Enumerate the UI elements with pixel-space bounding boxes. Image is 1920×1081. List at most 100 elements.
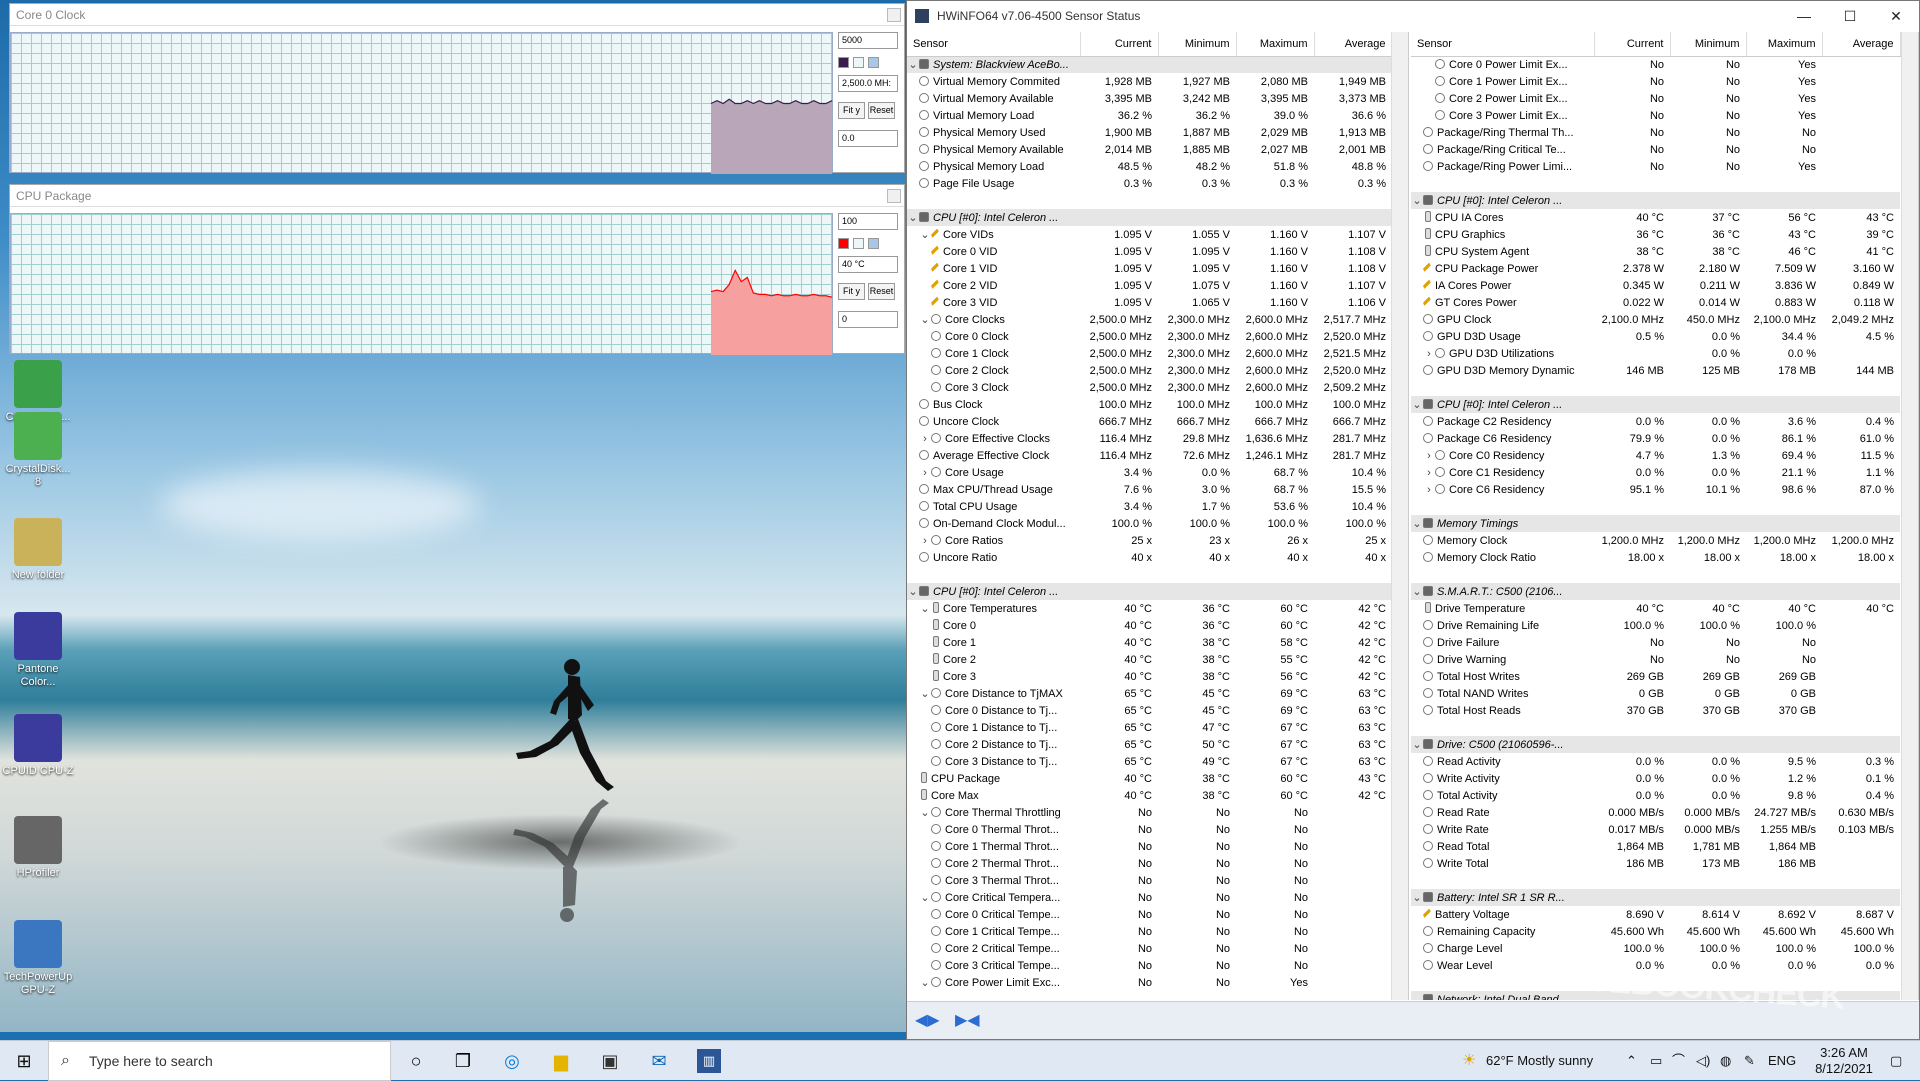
sensor-row[interactable]: Write Activity 0.0 % 0.0 % 1.2 % 0.1 % — [1411, 770, 1900, 787]
sensor-row[interactable]: Core 1 Distance to Tj... 65 °C 47 °C 67 °C 6… — [907, 719, 1392, 736]
sensor-group-row[interactable]: ⌄ System: Blackview AceBo... — [907, 56, 1392, 73]
minimize-button[interactable]: — — [1781, 1, 1827, 31]
sensor-row[interactable]: Read Total 1,864 MB 1,781 MB 1,864 MB — [1411, 838, 1900, 855]
notifications-icon[interactable]: ▢ — [1890, 1041, 1902, 1081]
sensor-row[interactable]: Read Activity 0.0 % 0.0 % 9.5 % 0.3 % — [1411, 753, 1900, 770]
graph-window-core0-clock[interactable]: Core 0 Clock 5000 2,500.0 MH: Fit y Rese… — [9, 3, 905, 174]
desktop-icon[interactable]: New folder — [0, 518, 76, 582]
sensor-row[interactable]: Package/Ring Thermal Th... No No No — [1411, 124, 1900, 141]
sensor-row[interactable]: Average Effective Clock 116.4 MHz 72.6 MHz… — [907, 447, 1392, 464]
sensor-row[interactable]: CPU System Agent 38 °C 38 °C 46 °C 41 °C — [1411, 243, 1900, 260]
collapse-toggle-icon[interactable]: ⌄ — [1411, 517, 1423, 530]
hwinfo-window[interactable]: HWiNFO64 v7.06-4500 Sensor Status — ☐ ✕ … — [906, 0, 1920, 1040]
reset-button[interactable]: Reset — [868, 102, 896, 119]
navigate-right-left-icon[interactable]: ▶◀ — [955, 1013, 980, 1029]
sensor-row[interactable]: Package/Ring Power Limi... No No Yes — [1411, 158, 1900, 175]
sensor-group-row[interactable]: ⌄ S.M.A.R.T.: C500 (2106... — [1411, 583, 1900, 600]
sensor-group-row[interactable]: ⌄ CPU [#0]: Intel Celeron ... — [907, 583, 1392, 600]
sensor-row[interactable]: Read Rate 0.000 MB/s 0.000 MB/s 24.727 MB/s… — [1411, 804, 1900, 821]
sensor-row[interactable]: Physical Memory Used 1,900 MB 1,887 MB 2,02… — [907, 124, 1392, 141]
sensor-row[interactable]: Core 3 Thermal Throt... No No No — [907, 872, 1392, 889]
sensor-row[interactable]: Max CPU/Thread Usage 7.6 % 3.0 % 68.7 % 15.5… — [907, 481, 1392, 498]
sensor-row[interactable]: Core 2 Critical Tempe... No No No — [907, 940, 1392, 957]
weather-text[interactable]: 62°F Mostly sunny — [1486, 1041, 1593, 1081]
sensor-row[interactable]: Core 0 Thermal Throt... No No No — [907, 821, 1392, 838]
expand-toggle-icon[interactable]: › — [919, 467, 931, 479]
sensor-group-row[interactable]: ⌄ Battery: Intel SR 1 SR R... — [1411, 889, 1900, 906]
sensor-row[interactable]: Page File Usage 0.3 % 0.3 % 0.3 % 0.3 % — [907, 175, 1392, 192]
column-maximum[interactable]: Maximum — [1236, 32, 1315, 57]
file-explorer-icon[interactable]: ▆ — [549, 1049, 573, 1073]
sensor-group-row[interactable]: ⌄ CPU [#0]: Intel Celeron ... — [907, 209, 1392, 226]
column-average[interactable]: Average — [1314, 32, 1393, 57]
sensor-group-row[interactable]: ⌄ CPU [#0]: Intel Celeron ... — [1411, 192, 1900, 209]
column-sensor[interactable]: Sensor — [907, 32, 1081, 57]
sensor-row[interactable]: Core 2 Thermal Throt... No No No — [907, 855, 1392, 872]
expand-toggle-icon[interactable]: ⌄ — [919, 228, 931, 241]
task-view-icon[interactable]: ❐ — [451, 1049, 475, 1073]
cortana-icon[interactable]: ○ — [404, 1049, 428, 1073]
pen-icon[interactable]: ✎ — [1744, 1041, 1755, 1081]
sensor-row[interactable]: Drive Warning No No No — [1411, 651, 1900, 668]
edge-icon[interactable]: ◎ — [500, 1049, 524, 1073]
sensor-row[interactable]: Core 2 Clock 2,500.0 MHz 2,300.0 MHz 2,600.… — [907, 362, 1392, 379]
line-color-swatch[interactable] — [838, 238, 849, 249]
battery-icon[interactable]: ▭ — [1650, 1041, 1662, 1081]
sensor-row[interactable]: ⌄ Core Clocks 2,500.0 MHz 2,300.0 MHz 2,600.… — [907, 311, 1392, 328]
sensor-row[interactable]: IA Cores Power 0.345 W 0.211 W 3.836 W 0.849… — [1411, 277, 1900, 294]
expand-toggle-icon[interactable]: › — [1423, 450, 1435, 462]
sensor-group-row[interactable]: ⌄ Memory Timings — [1411, 515, 1900, 532]
expand-toggle-icon[interactable]: › — [1423, 348, 1435, 360]
sensor-row[interactable]: Package C2 Residency 0.0 % 0.0 % 3.6 % 0.4 % — [1411, 413, 1900, 430]
collapse-toggle-icon[interactable]: ⌄ — [907, 211, 919, 224]
background-color-swatch[interactable] — [853, 238, 864, 249]
column-minimum[interactable]: Minimum — [1158, 32, 1237, 57]
sensor-row[interactable]: Core 2 Distance to Tj... 65 °C 50 °C 67 °C 6… — [907, 736, 1392, 753]
sensor-row[interactable]: Core 2 VID 1.095 V 1.075 V 1.160 V 1.107 V — [907, 277, 1392, 294]
expand-toggle-icon[interactable]: › — [1423, 467, 1435, 479]
sensor-row[interactable]: Core 3 Critical Tempe... No No No — [907, 957, 1392, 974]
clock[interactable]: 3:26 AM 8/12/2021 — [1814, 1041, 1874, 1081]
close-button[interactable]: ✕ — [1873, 1, 1919, 31]
column-sensor[interactable]: Sensor — [1411, 32, 1595, 57]
sensor-row[interactable]: Core 1 VID 1.095 V 1.095 V 1.160 V 1.108 V — [907, 260, 1392, 277]
sensor-row[interactable]: Package/Ring Critical Te... No No No — [1411, 141, 1900, 158]
sensor-row[interactable]: Core Max 40 °C 38 °C 60 °C 42 °C — [907, 787, 1392, 804]
sensor-row[interactable]: Memory Clock Ratio 18.00 x 18.00 x 18.00 x 1… — [1411, 549, 1900, 566]
sensor-row[interactable]: Core 3 40 °C 38 °C 56 °C 42 °C — [907, 668, 1392, 685]
sensor-row[interactable]: › Core C1 Residency 0.0 % 0.0 % 21.1 % 1.1 % — [1411, 464, 1900, 481]
sensor-row[interactable]: Total Host Writes 269 GB 269 GB 269 GB — [1411, 668, 1900, 685]
sensor-row[interactable]: ⌄ Core VIDs 1.095 V 1.055 V 1.160 V 1.107 V — [907, 226, 1392, 243]
sensor-row[interactable]: Total CPU Usage 3.4 % 1.7 % 53.6 % 10.4 % — [907, 498, 1392, 515]
sensor-row[interactable]: Physical Memory Available 2,014 MB 1,885 M… — [907, 141, 1392, 158]
tray-up-arrow-icon[interactable]: ⌃ — [1626, 1041, 1637, 1081]
sensor-row[interactable]: Core 0 VID 1.095 V 1.095 V 1.160 V 1.108 V — [907, 243, 1392, 260]
sensor-row[interactable]: Drive Remaining Life 100.0 % 100.0 % 100.0 … — [1411, 617, 1900, 634]
start-button[interactable]: ⊞ — [12, 1049, 36, 1073]
line-color-swatch[interactable] — [838, 57, 849, 68]
sensor-row[interactable]: Total NAND Writes 0 GB 0 GB 0 GB — [1411, 685, 1900, 702]
sensor-row[interactable]: Uncore Clock 666.7 MHz 666.7 MHz 666.7 MHz 6… — [907, 413, 1392, 430]
sensor-row[interactable]: GT Cores Power 0.022 W 0.014 W 0.883 W 0.118… — [1411, 294, 1900, 311]
sensor-group-row[interactable]: ⌄ Drive: C500 (21060596-... — [1411, 736, 1900, 753]
collapse-toggle-icon[interactable]: ⌄ — [907, 58, 919, 71]
sensor-row[interactable]: Virtual Memory Available 3,395 MB 3,242 MB… — [907, 90, 1392, 107]
search-box[interactable]: ⌕ Type here to search — [48, 1041, 391, 1081]
sensor-row[interactable]: ⌄ Core Critical Tempera... No No No — [907, 889, 1392, 906]
sensor-row[interactable]: Core 2 40 °C 38 °C 55 °C 42 °C — [907, 651, 1392, 668]
desktop-icon[interactable]: HProfiler — [0, 816, 76, 880]
expand-toggle-icon[interactable]: › — [919, 433, 931, 445]
background-color-swatch[interactable] — [853, 57, 864, 68]
column-minimum[interactable]: Minimum — [1670, 32, 1747, 57]
sensor-row[interactable]: Core 0 Power Limit Ex... No No Yes — [1411, 56, 1900, 73]
sensor-row[interactable]: Package C6 Residency 79.9 % 0.0 % 86.1 % 61.… — [1411, 430, 1900, 447]
sensor-row[interactable]: › Core Effective Clocks 116.4 MHz 29.8 MHz 1… — [907, 430, 1392, 447]
sensor-row[interactable]: Write Total 186 MB 173 MB 186 MB — [1411, 855, 1900, 872]
sensor-row[interactable]: ⌄ Core Distance to TjMAX 65 °C 45 °C 69 °C 63… — [907, 685, 1392, 702]
sensor-row[interactable]: CPU Graphics 36 °C 36 °C 43 °C 39 °C — [1411, 226, 1900, 243]
volume-icon[interactable]: ◁) — [1696, 1041, 1710, 1081]
sensor-row[interactable]: Virtual Memory Load 36.2 % 36.2 % 39.0 % 36.… — [907, 107, 1392, 124]
column-current[interactable]: Current — [1594, 32, 1671, 57]
sensor-row[interactable]: › Core C0 Residency 4.7 % 1.3 % 69.4 % 11.5 % — [1411, 447, 1900, 464]
collapse-toggle-icon[interactable]: ⌄ — [1411, 993, 1423, 1000]
